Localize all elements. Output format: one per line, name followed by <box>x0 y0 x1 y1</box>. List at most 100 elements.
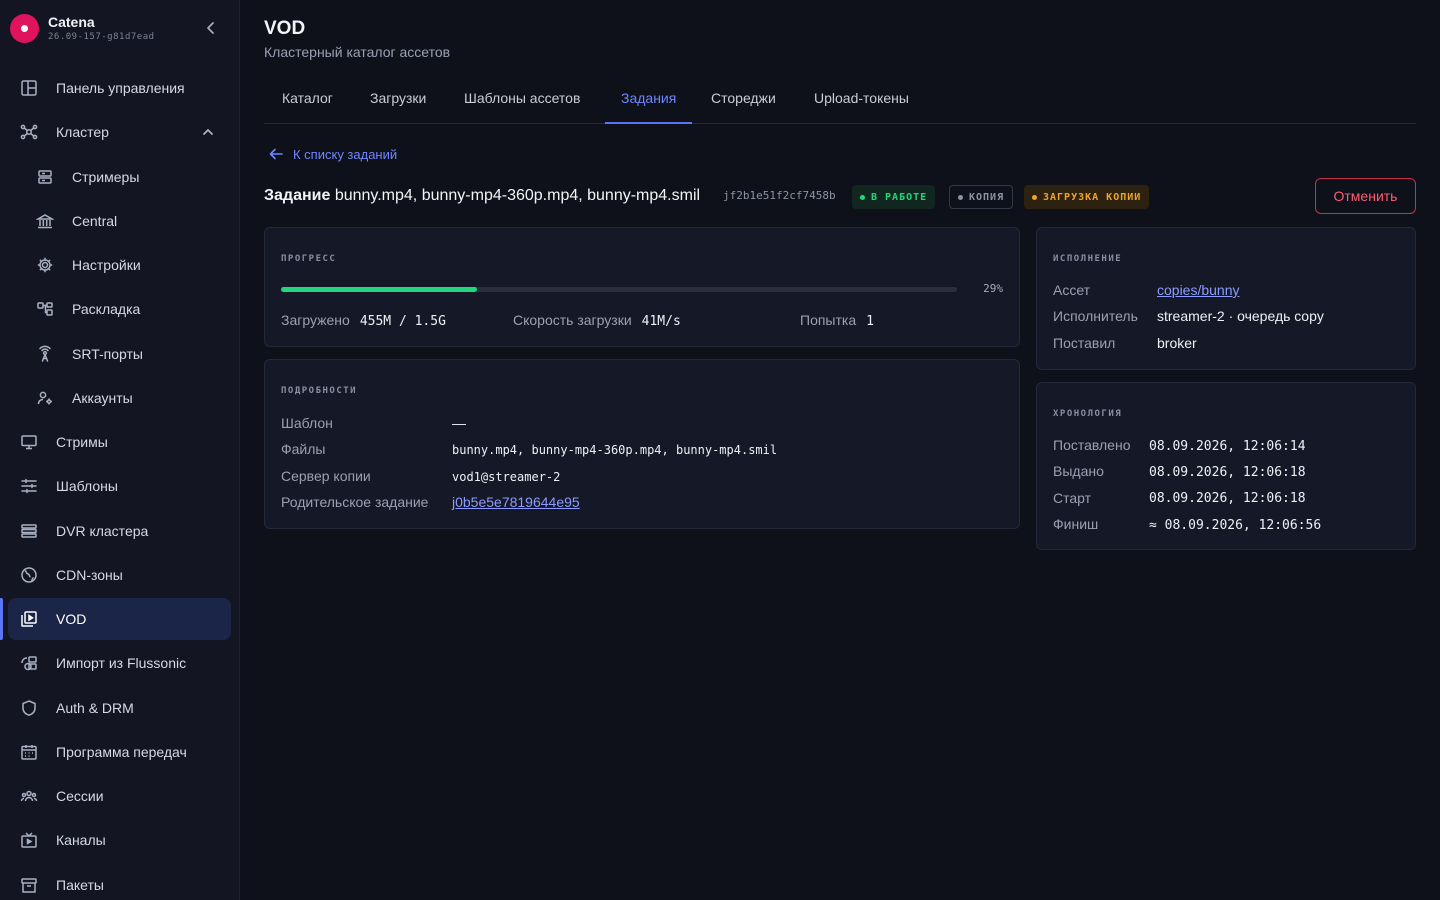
brand-name: Catena <box>48 14 95 30</box>
attempt-value: 1 <box>866 314 874 329</box>
files-value: bunny.mp4, bunny-mp4-360p.mp4, bunny-mp4… <box>452 443 778 457</box>
job-title: Задание bunny.mp4, bunny-mp4-360p.mp4, b… <box>264 187 700 205</box>
back-link-label: К списку заданий <box>293 146 398 162</box>
main-content: VOD Кластерный каталог ассетов Каталог З… <box>240 0 1440 900</box>
back-to-jobs-link[interactable]: К списку заданий <box>268 146 397 162</box>
sidebar-item-label: Стримы <box>56 434 108 450</box>
progress-card-label: ПРОГРЕСС <box>281 254 337 264</box>
tab-uploads[interactable]: Загрузки <box>354 76 442 123</box>
sidebar-item-label: Стримеры <box>72 169 140 185</box>
speed-stat: Скорость загрузки 41M/s <box>513 312 681 329</box>
vod-icon <box>21 611 37 627</box>
speed-value: 41M/s <box>641 314 681 329</box>
sidebar-item-label: Импорт из Flussonic <box>56 655 187 671</box>
sidebar-item-cluster-dvr[interactable]: DVR кластера <box>8 510 231 552</box>
sidebar-item-settings[interactable]: Настройки <box>8 244 231 286</box>
progress-card: ПРОГРЕСС 29% Загружено 455M / 1.5G Скорос… <box>264 227 1020 347</box>
shield-icon <box>22 700 36 716</box>
globe-icon <box>21 567 37 583</box>
sidebar-item-tv-guide[interactable]: Программа передач <box>8 731 231 773</box>
finish-value: ≈ 08.09.2026, 12:06:56 <box>1149 518 1322 533</box>
cancel-button[interactable]: Отменить <box>1315 178 1416 214</box>
job-title-prefix: Задание <box>264 187 331 204</box>
sidebar-item-label: VOD <box>56 611 87 627</box>
collapse-sidebar-icon[interactable] <box>203 20 219 36</box>
sidebar-item-cdn-zones[interactable]: CDN-зоны <box>8 554 231 596</box>
sidebar-item-flussonic-import[interactable]: Импорт из Flussonic <box>8 642 231 684</box>
sidebar-item-streamers[interactable]: Стримеры <box>8 156 231 198</box>
tab-jobs[interactable]: Задания <box>605 76 693 124</box>
queued-value: 08.09.2026, 12:06:14 <box>1149 439 1306 454</box>
details-card: ПОДРОБНОСТИ Шаблон — Файлы bunny.mp4, bu… <box>264 359 1020 529</box>
sidebar-item-streams[interactable]: Стримы <box>8 421 231 463</box>
tab-upload-tokens[interactable]: Upload-токены <box>798 76 925 123</box>
tv-icon <box>21 832 37 848</box>
sidebar-item-vod[interactable]: VOD <box>8 598 231 640</box>
queued-label: Поставлено <box>1053 437 1131 453</box>
chevron-up-icon <box>203 129 213 135</box>
job-header: Задание bunny.mp4, bunny-mp4-360p.mp4, b… <box>264 178 1416 214</box>
sidebar-item-cluster[interactable]: Кластер <box>8 111 231 153</box>
executor-label: Исполнитель <box>1053 308 1138 324</box>
users-icon <box>20 790 38 802</box>
layout-icon <box>37 302 53 316</box>
archive-icon <box>21 878 37 893</box>
sidebar: Catena 26.09-157-g81d7ead Панель управле… <box>0 0 240 900</box>
sidebar-item-sessions[interactable]: Сессии <box>8 775 231 817</box>
tab-storages[interactable]: Стореджи <box>695 76 792 123</box>
sidebar-item-label: Настройки <box>72 257 141 273</box>
brand-logo-icon <box>10 14 39 43</box>
brand: Catena 26.09-157-g81d7ead <box>10 12 230 46</box>
sidebar-item-srt-ports[interactable]: SRT-порты <box>8 333 231 375</box>
sidebar-item-packages[interactable]: Пакеты <box>8 864 231 900</box>
copy-server-label: Сервер копии <box>281 468 371 484</box>
sidebar-item-layout[interactable]: Раскладка <box>8 288 231 330</box>
executor-value: streamer-2 · очередь copy <box>1157 308 1324 324</box>
dashboard-icon <box>21 80 37 96</box>
sidebar-item-label: Кластер <box>56 124 109 140</box>
sidebar-item-templates[interactable]: Шаблоны <box>8 465 231 507</box>
sidebar-item-channels[interactable]: Каналы <box>8 819 231 861</box>
placed-by-label: Поставил <box>1053 335 1116 351</box>
sidebar-item-central[interactable]: Central <box>8 200 231 242</box>
loaded-stat: Загружено 455M / 1.5G <box>281 312 446 329</box>
finish-label: Финиш <box>1053 516 1099 532</box>
sidebar-item-label: Central <box>72 213 118 229</box>
issued-value: 08.09.2026, 12:06:18 <box>1149 465 1306 480</box>
parent-job-link[interactable]: j0b5e5e7819644e95 <box>452 494 580 510</box>
calendar-icon <box>21 745 37 760</box>
progress-percent: 29% <box>983 282 1003 295</box>
antenna-icon <box>39 345 51 362</box>
status-badge-copy-upload: ЗАГРУЗКА КОПИИ <box>1024 185 1150 209</box>
execution-card-label: ИСПОЛНЕНИЕ <box>1053 254 1123 264</box>
status-badge-working: В РАБОТЕ <box>852 185 936 209</box>
template-label: Шаблон <box>281 415 333 431</box>
server-icon <box>38 170 52 184</box>
sidebar-item-label: Шаблоны <box>56 478 118 494</box>
arrow-left-icon <box>269 148 283 160</box>
monitor-icon <box>21 435 37 450</box>
parent-job-label: Родительское задание <box>281 494 429 510</box>
timeline-card-label: ХРОНОЛОГИЯ <box>1053 409 1123 419</box>
tab-bar: Каталог Загрузки Шаблоны ассетов Задания… <box>264 76 1416 124</box>
sliders-icon <box>21 478 37 494</box>
tab-catalog[interactable]: Каталог <box>266 76 349 123</box>
asset-link[interactable]: copies/bunny <box>1157 282 1240 298</box>
copy-server-value: vod1@streamer-2 <box>452 470 561 484</box>
page-title: VOD <box>264 18 306 39</box>
placed-by-value: broker <box>1157 335 1197 351</box>
sidebar-item-label: Пакеты <box>56 877 104 893</box>
dvr-icon <box>21 524 37 538</box>
sidebar-item-auth-drm[interactable]: Auth & DRM <box>8 687 231 729</box>
sidebar-item-accounts[interactable]: Аккаунты <box>8 377 231 419</box>
bank-icon <box>36 214 54 229</box>
sidebar-item-dashboard[interactable]: Панель управления <box>8 67 231 109</box>
start-label: Старт <box>1053 490 1092 506</box>
sidebar-item-label: Auth & DRM <box>56 700 134 716</box>
sidebar-item-label: Сессии <box>56 788 104 804</box>
files-label: Файлы <box>281 441 326 457</box>
brand-version: 26.09-157-g81d7ead <box>48 32 155 42</box>
tab-asset-templates[interactable]: Шаблоны ассетов <box>448 76 596 123</box>
sidebar-item-label: Аккаунты <box>72 390 133 406</box>
sidebar-item-label: Панель управления <box>56 80 185 96</box>
